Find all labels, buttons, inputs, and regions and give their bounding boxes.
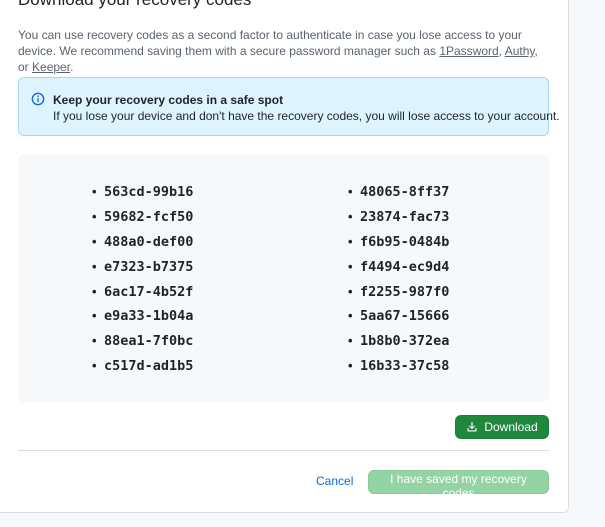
recovery-code: 563cd-99b16 xyxy=(92,180,193,205)
link-1password[interactable]: 1Password xyxy=(439,44,498,58)
flash-title: Keep your recovery codes in a safe spot xyxy=(53,93,284,107)
recovery-code: 488a0-def00 xyxy=(92,230,193,255)
info-flash: Keep your recovery codes in a safe spot … xyxy=(18,77,560,136)
codes-right-column: 48065-8ff37 23874-fac73 f6b95-0484b f449… xyxy=(348,180,449,379)
recovery-code: 88ea1-7f0bc xyxy=(92,329,193,354)
recovery-code: f4494-ec9d4 xyxy=(348,255,449,280)
codes-left-column: 563cd-99b16 59682-fcf50 488a0-def00 e732… xyxy=(92,180,193,379)
download-icon xyxy=(467,421,477,432)
recovery-codes-box: 563cd-99b16 59682-fcf50 488a0-def00 e732… xyxy=(18,154,549,402)
dialog-title: Download your recovery codes xyxy=(18,0,251,10)
recovery-code: 48065-8ff37 xyxy=(348,180,449,205)
recovery-code: 5aa67-15666 xyxy=(348,304,449,329)
recovery-code: 1b8b0-372ea xyxy=(348,329,449,354)
description-end: . xyxy=(70,60,74,74)
recovery-codes-dialog: Download your recovery codes You can use… xyxy=(0,0,569,513)
recovery-code: 6ac17-4b52f xyxy=(92,280,193,305)
recovery-code: e9a33-1b04a xyxy=(92,304,193,329)
flash-text: If you lose your device and don't have t… xyxy=(53,109,560,123)
link-authy[interactable]: Authy xyxy=(505,44,535,58)
saved-codes-button[interactable]: I have saved my recovery codes xyxy=(368,470,549,500)
info-icon xyxy=(31,92,45,106)
recovery-code: f6b95-0484b xyxy=(348,230,449,255)
recovery-code: e7323-b7375 xyxy=(92,255,193,280)
recovery-code: f2255-987f0 xyxy=(348,280,449,305)
download-button[interactable]: Download xyxy=(455,415,549,439)
cancel-button[interactable]: Cancel xyxy=(310,474,359,488)
recovery-code: 16b33-37c58 xyxy=(348,354,449,379)
recovery-code: 23874-fac73 xyxy=(348,205,449,230)
divider xyxy=(18,450,549,451)
recovery-code: c517d-ad1b5 xyxy=(92,354,193,379)
download-label: Download xyxy=(484,420,538,434)
link-keeper[interactable]: Keeper xyxy=(32,60,70,74)
dialog-description: You can use recovery codes as a second f… xyxy=(18,27,543,75)
recovery-code: 59682-fcf50 xyxy=(92,205,193,230)
